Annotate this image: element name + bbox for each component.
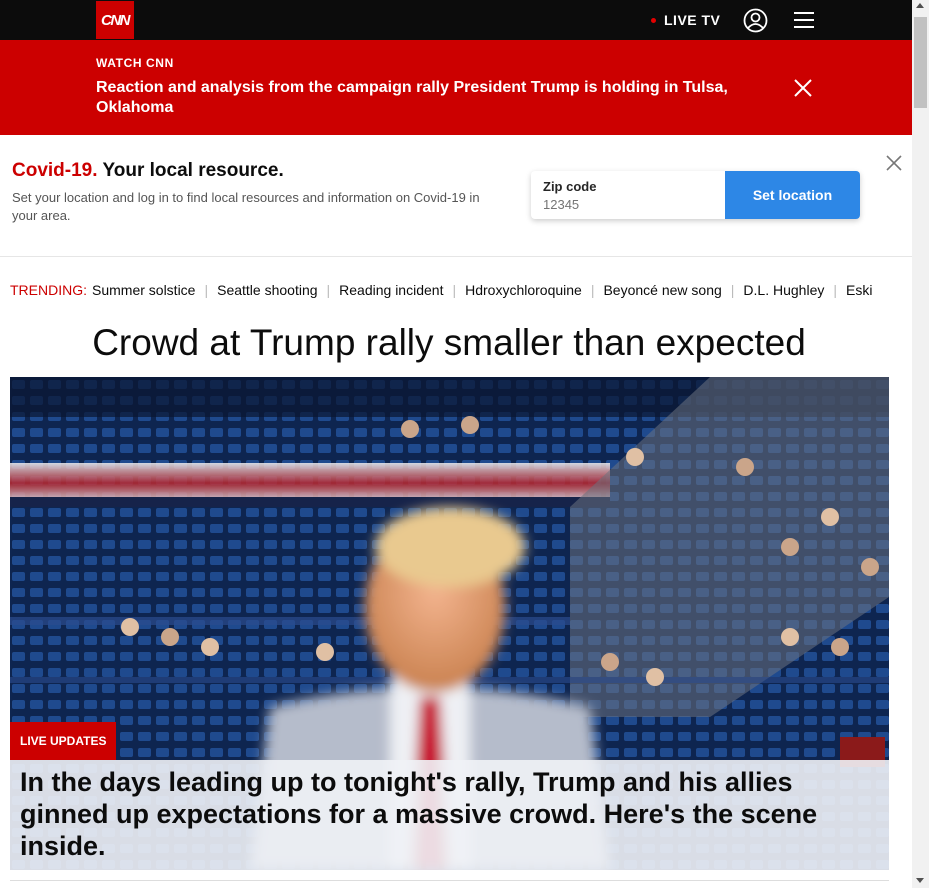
zip-field[interactable]: Zip code <box>531 171 725 219</box>
trending-item[interactable]: D.L. Hughley <box>743 282 824 298</box>
divider <box>10 880 889 881</box>
scroll-down-icon[interactable] <box>916 878 924 883</box>
user-circle-icon[interactable] <box>743 8 768 33</box>
separator: | <box>204 282 209 298</box>
watch-kicker: WATCH CNN <box>96 56 174 70</box>
covid-title-rest: Your local resource. <box>97 160 284 181</box>
scroll-thumb[interactable] <box>914 17 927 108</box>
covid-title-highlight: Covid-19. <box>12 160 98 181</box>
trending-item[interactable]: Summer solstice <box>92 282 195 298</box>
separator: | <box>730 282 735 298</box>
trending-item[interactable]: Beyoncé new song <box>603 282 721 298</box>
page: CNN LIVE TV WATCH CNN Reaction and analy… <box>0 0 929 888</box>
main-headline[interactable]: Crowd at Trump rally smaller than expect… <box>10 322 888 364</box>
covid-description: Set your location and log in to find loc… <box>12 190 480 223</box>
trending-item[interactable]: Hdroxychloroquine <box>465 282 582 298</box>
trending-item[interactable]: Eski <box>846 282 872 298</box>
watch-headline[interactable]: Reaction and analysis from the campaign … <box>96 78 766 118</box>
separator: | <box>833 282 837 298</box>
live-updates-badge[interactable]: LIVE UPDATES <box>10 722 117 760</box>
set-location-button[interactable]: Set location <box>725 171 860 219</box>
top-nav: CNN LIVE TV <box>0 0 912 40</box>
hero-caption[interactable]: In the days leading up to tonight's rall… <box>10 760 889 870</box>
close-icon[interactable] <box>794 79 812 97</box>
cnn-logo[interactable]: CNN <box>96 1 134 39</box>
trending-item[interactable]: Seattle shooting <box>217 282 317 298</box>
scroll-up-icon[interactable] <box>916 3 924 8</box>
zip-form: Zip code Set location <box>531 171 860 219</box>
live-tv-label: LIVE TV <box>664 12 721 28</box>
trending-bar: TRENDING: Summer solstice | Seattle shoo… <box>10 280 902 300</box>
live-tv-link[interactable]: LIVE TV <box>651 12 720 28</box>
scrollbar[interactable] <box>912 0 929 888</box>
covid-resource-panel: Covid-19. Your local resource. Set your … <box>0 135 912 257</box>
live-dot-icon <box>651 17 656 23</box>
hamburger-menu-icon[interactable] <box>794 11 814 29</box>
close-icon[interactable] <box>886 155 902 171</box>
zip-code-input[interactable] <box>543 197 713 212</box>
separator: | <box>590 282 595 298</box>
zip-label: Zip code <box>543 179 597 194</box>
separator: | <box>326 282 331 298</box>
watch-cnn-banner[interactable]: WATCH CNN Reaction and analysis from the… <box>0 40 912 135</box>
covid-title: Covid-19. Your local resource. <box>12 160 284 182</box>
trending-label: TRENDING: <box>10 282 87 298</box>
trending-item[interactable]: Reading incident <box>339 282 443 298</box>
separator: | <box>452 282 457 298</box>
